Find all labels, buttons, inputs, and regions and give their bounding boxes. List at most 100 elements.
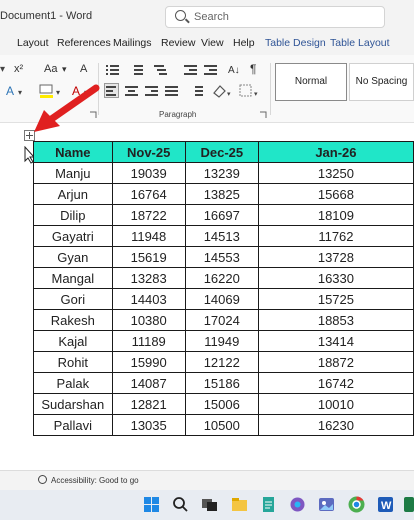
decrease-indent-button[interactable] — [184, 64, 197, 76]
style-normal[interactable]: Normal — [275, 63, 347, 101]
cell-dec-25[interactable]: 16220 — [184, 267, 259, 289]
cell-name[interactable]: Sudarshan — [33, 393, 113, 415]
svg-text:▾: ▾ — [227, 91, 231, 98]
cell-jan-26[interactable]: 10010 — [257, 393, 414, 415]
ribbon-separator — [270, 63, 271, 115]
cell-nov-25[interactable]: 18722 — [111, 204, 186, 226]
notepad-icon[interactable] — [259, 495, 278, 514]
numbering-button[interactable] — [130, 64, 143, 76]
accessibility-status[interactable]: Accessibility: Good to go — [51, 476, 139, 485]
cell-nov-25[interactable]: 11189 — [111, 330, 186, 352]
cell-dec-25[interactable]: 13825 — [184, 183, 259, 205]
increase-indent-button[interactable] — [204, 64, 217, 76]
cell-jan-26[interactable]: 18853 — [257, 309, 414, 331]
sort-and-marks-icons[interactable]: A↓ ¶ — [228, 61, 268, 77]
cell-dec-25[interactable]: 16697 — [184, 204, 259, 226]
windows-start-icon[interactable] — [142, 495, 161, 514]
cell-jan-26[interactable]: 16330 — [257, 267, 414, 289]
center-button[interactable] — [125, 85, 138, 97]
tab-view[interactable]: View — [201, 37, 224, 49]
cell-name[interactable]: Dilip — [33, 204, 113, 226]
cell-nov-25[interactable]: 14403 — [111, 288, 186, 310]
copilot-icon[interactable] — [288, 495, 307, 514]
align-left-button[interactable] — [104, 83, 119, 98]
cell-dec-25[interactable]: 15006 — [184, 393, 259, 415]
cell-name[interactable]: Gayatri — [33, 225, 113, 247]
chrome-icon[interactable] — [347, 495, 366, 514]
cell-nov-25[interactable]: 19039 — [111, 162, 186, 184]
search-box[interactable]: Search — [165, 6, 385, 28]
red-arrow-icon — [34, 84, 100, 132]
word-icon[interactable]: W — [376, 495, 395, 514]
tab-review[interactable]: Review — [161, 37, 195, 49]
cell-dec-25[interactable]: 11949 — [184, 330, 259, 352]
line-spacing-button[interactable] — [190, 85, 203, 97]
tab-references[interactable]: References — [57, 37, 111, 49]
cell-name[interactable]: Pallavi — [33, 414, 113, 436]
cell-dec-25[interactable]: 13239 — [184, 162, 259, 184]
cell-dec-25[interactable]: 14553 — [184, 246, 259, 268]
cell-nov-25[interactable]: 16764 — [111, 183, 186, 205]
cell-jan-26[interactable]: 18872 — [257, 351, 414, 373]
cell-name[interactable]: Mangal — [33, 267, 113, 289]
cell-jan-26[interactable]: 11762 — [257, 225, 414, 247]
cell-nov-25[interactable]: 14087 — [111, 372, 186, 394]
cell-jan-26[interactable]: 13728 — [257, 246, 414, 268]
excel-icon[interactable] — [403, 495, 414, 514]
tab-layout[interactable]: Layout — [17, 37, 49, 49]
paragraph-dialog-launcher-icon[interactable] — [259, 111, 267, 119]
cell-jan-26[interactable]: 13250 — [257, 162, 414, 184]
shading-borders-icons[interactable]: ▾ ▾ — [212, 83, 268, 99]
cell-nov-25[interactable]: 13283 — [111, 267, 186, 289]
table-header-row: Name Nov-25 Dec-25 Jan-26 — [33, 141, 414, 163]
photos-icon[interactable] — [317, 495, 336, 514]
cell-nov-25[interactable]: 13035 — [111, 414, 186, 436]
cell-dec-25[interactable]: 15186 — [184, 372, 259, 394]
multilevel-list-button[interactable] — [154, 64, 167, 76]
cell-jan-26[interactable]: 16742 — [257, 372, 414, 394]
cell-jan-26[interactable]: 13414 — [257, 330, 414, 352]
align-right-button[interactable] — [145, 85, 158, 97]
cell-nov-25[interactable]: 15619 — [111, 246, 186, 268]
accessibility-icon[interactable] — [38, 475, 47, 484]
cell-jan-26[interactable]: 15725 — [257, 288, 414, 310]
table-row: Mangal 13283 16220 16330 — [33, 267, 414, 289]
tab-mailings[interactable]: Mailings — [113, 37, 152, 49]
file-explorer-icon[interactable] — [230, 495, 249, 514]
taskbar-search-icon[interactable] — [171, 495, 190, 514]
cell-jan-26[interactable]: 18109 — [257, 204, 414, 226]
cell-dec-25[interactable]: 14513 — [184, 225, 259, 247]
svg-text:A: A — [80, 63, 88, 75]
table-row: Rohit 15990 12122 18872 — [33, 351, 414, 373]
cell-jan-26[interactable]: 16230 — [257, 414, 414, 436]
cell-dec-25[interactable]: 12122 — [184, 351, 259, 373]
cell-nov-25[interactable]: 10380 — [111, 309, 186, 331]
style-no-spacing[interactable]: No Spacing — [349, 63, 414, 101]
justify-button[interactable] — [165, 85, 178, 97]
cell-nov-25[interactable]: 15990 — [111, 351, 186, 373]
cell-jan-26[interactable]: 15668 — [257, 183, 414, 205]
cell-name[interactable]: Arjun — [33, 183, 113, 205]
cell-name[interactable]: Palak — [33, 372, 113, 394]
cell-dec-25[interactable]: 14069 — [184, 288, 259, 310]
tab-table-layout[interactable]: Table Layout — [330, 37, 390, 49]
cell-name[interactable]: Rohit — [33, 351, 113, 373]
tab-help[interactable]: Help — [233, 37, 255, 49]
cell-name[interactable]: Gyan — [33, 246, 113, 268]
data-table[interactable]: Name Nov-25 Dec-25 Jan-26 Manju 19039 1323… — [33, 141, 414, 436]
header-nov-25: Nov-25 — [111, 141, 186, 163]
cell-nov-25[interactable]: 11948 — [111, 225, 186, 247]
tab-table-design[interactable]: Table Design — [265, 37, 326, 49]
svg-text:¶: ¶ — [250, 62, 256, 76]
bullets-button[interactable] — [106, 64, 119, 76]
task-view-icon[interactable] — [200, 495, 219, 514]
cell-name[interactable]: Kajal — [33, 330, 113, 352]
cell-nov-25[interactable]: 12821 — [111, 393, 186, 415]
cell-name[interactable]: Gori — [33, 288, 113, 310]
cell-name[interactable]: Manju — [33, 162, 113, 184]
cell-name[interactable]: Rakesh — [33, 309, 113, 331]
table-row: Gori 14403 14069 15725 — [33, 288, 414, 310]
header-name: Name — [33, 141, 113, 163]
cell-dec-25[interactable]: 17024 — [184, 309, 259, 331]
cell-dec-25[interactable]: 10500 — [184, 414, 259, 436]
